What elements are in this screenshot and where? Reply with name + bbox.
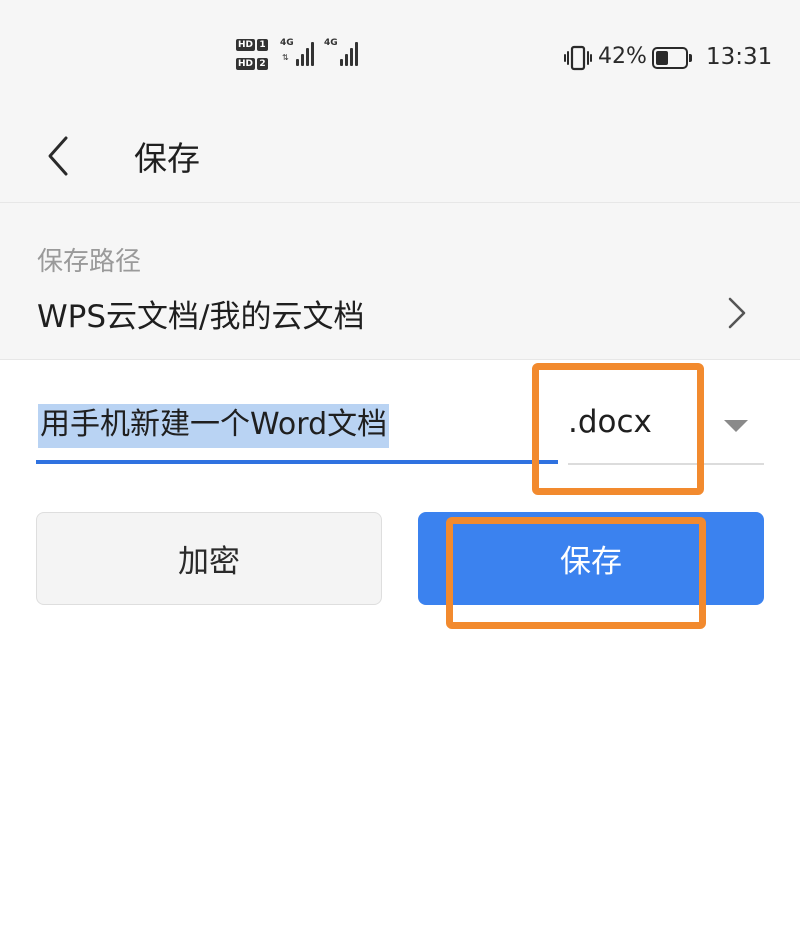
extension-value: .docx — [568, 404, 652, 440]
extension-dropdown[interactable]: .docx — [566, 398, 766, 465]
save-path-label: 保存路径 — [37, 247, 142, 277]
nav-bar: 保存 — [0, 110, 800, 202]
battery-icon — [652, 47, 692, 69]
chevron-right-icon — [728, 297, 746, 329]
data-arrows-icon: ⇅ — [282, 53, 289, 62]
hd-label: HD — [236, 58, 256, 70]
chevron-left-icon — [48, 136, 68, 176]
sim-number: 1 — [257, 39, 269, 51]
filename-value[interactable]: 用手机新建一个Word文档 — [38, 404, 390, 448]
caret-down-icon — [724, 420, 748, 432]
battery-percent: 42% — [598, 44, 647, 69]
page-title: 保存 — [134, 139, 200, 178]
encrypt-button[interactable]: 加密 — [36, 512, 382, 605]
save-path-value: WPS云文档/我的云文档 — [37, 299, 365, 335]
vibrate-icon — [564, 45, 592, 71]
network-type: 4G — [280, 38, 294, 48]
filename-underline — [36, 460, 558, 464]
save-path-selector[interactable]: 保存路径 WPS云文档/我的云文档 — [0, 202, 800, 360]
back-button[interactable] — [36, 130, 80, 182]
filename-area: 用手机新建一个Word文档 .docx 加密 保存 — [0, 360, 800, 930]
clock: 13:31 — [706, 44, 773, 70]
extension-underline — [568, 463, 764, 465]
sim2-badge: HD 2 — [236, 57, 272, 71]
sim-indicators: HD 1 HD 2 — [236, 38, 272, 76]
network-type: 4G — [324, 38, 338, 48]
hd-label: HD — [236, 39, 256, 51]
save-button[interactable]: 保存 — [418, 512, 764, 605]
sim1-badge: HD 1 — [236, 38, 272, 52]
status-bar: HD 1 HD 2 4G ⇅ 4G 42% 13:31 — [0, 0, 800, 110]
sim-number: 2 — [257, 58, 269, 70]
